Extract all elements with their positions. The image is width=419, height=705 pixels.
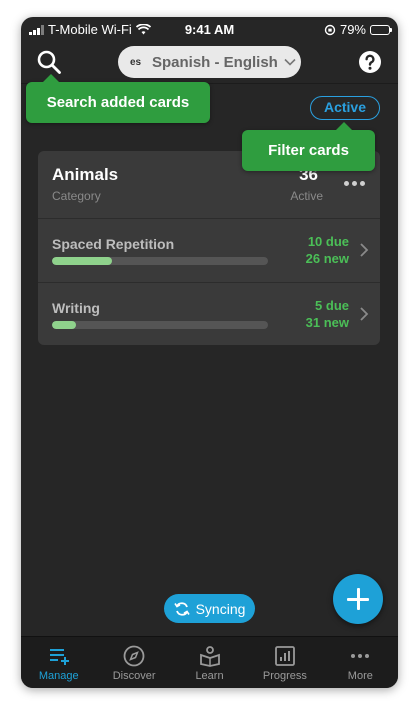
- tab-label: Manage: [38, 670, 79, 682]
- sync-icon: [173, 601, 190, 616]
- study-mode-label: Writing: [52, 300, 100, 316]
- tab-progress[interactable]: Progress: [247, 637, 322, 688]
- learn-icon: [199, 646, 220, 667]
- study-row-writing[interactable]: Writing 5 due 31 new: [38, 283, 380, 345]
- top-bar: es Spanish - English: [21, 43, 398, 83]
- filter-active-button[interactable]: Active: [310, 96, 380, 120]
- new-count: 26 new: [305, 251, 349, 266]
- help-icon[interactable]: [358, 50, 382, 74]
- tab-learn[interactable]: Learn: [172, 637, 247, 688]
- status-bar: T-Mobile Wi-Fi 9:41 AM 79%: [21, 17, 398, 43]
- progress-track: [52, 321, 268, 329]
- chevron-down-icon: [284, 58, 296, 66]
- filter-tooltip: Filter cards: [242, 122, 375, 171]
- search-tooltip: Search added cards: [26, 74, 210, 123]
- language-code: es: [130, 56, 142, 68]
- tab-discover[interactable]: Discover: [96, 637, 171, 688]
- more-icon: [351, 654, 370, 658]
- app-screen: T-Mobile Wi-Fi 9:41 AM 79% es Spanish - …: [21, 17, 398, 688]
- chevron-right-icon: [360, 307, 369, 321]
- due-count: 10 due: [307, 234, 349, 249]
- sync-status: Syncing: [164, 594, 255, 623]
- battery-percent: 79%: [339, 22, 366, 37]
- add-card-button[interactable]: [333, 574, 383, 624]
- tab-more[interactable]: More: [323, 637, 398, 688]
- tab-label: Discover: [112, 670, 156, 682]
- tab-label: Progress: [262, 670, 307, 682]
- search-icon[interactable]: [36, 49, 62, 75]
- manage-icon: [49, 649, 69, 665]
- chevron-right-icon: [360, 243, 369, 257]
- due-count: 5 due: [315, 298, 349, 313]
- new-count: 31 new: [305, 315, 349, 330]
- more-options-icon[interactable]: [344, 173, 368, 186]
- battery-icon: [370, 24, 392, 35]
- language-pair-label: Spanish - English: [152, 53, 278, 71]
- study-row-spaced-repetition[interactable]: Spaced Repetition 10 due 26 new: [38, 219, 380, 283]
- tab-bar: Manage Discover Learn Progress More: [21, 636, 398, 688]
- orientation-lock-icon: [324, 24, 336, 35]
- category-title: Animals: [52, 165, 119, 184]
- category-subtitle: Category: [52, 189, 101, 203]
- tab-manage[interactable]: Manage: [21, 637, 96, 688]
- compass-icon: [123, 645, 145, 667]
- status-right: 79%: [324, 22, 392, 37]
- category-count-label: Active: [290, 189, 323, 203]
- tab-label: Learn: [195, 670, 224, 682]
- progress-icon: [275, 646, 295, 666]
- progress-track: [52, 257, 268, 265]
- category-card: Animals Category 36 Active Spaced Repeti…: [38, 151, 380, 345]
- study-mode-label: Spaced Repetition: [52, 236, 175, 252]
- tab-label: More: [347, 670, 373, 682]
- language-selector[interactable]: es Spanish - English: [118, 46, 301, 78]
- progress-bar: [52, 257, 113, 265]
- sync-label: Syncing: [195, 600, 246, 617]
- progress-bar: [52, 321, 76, 329]
